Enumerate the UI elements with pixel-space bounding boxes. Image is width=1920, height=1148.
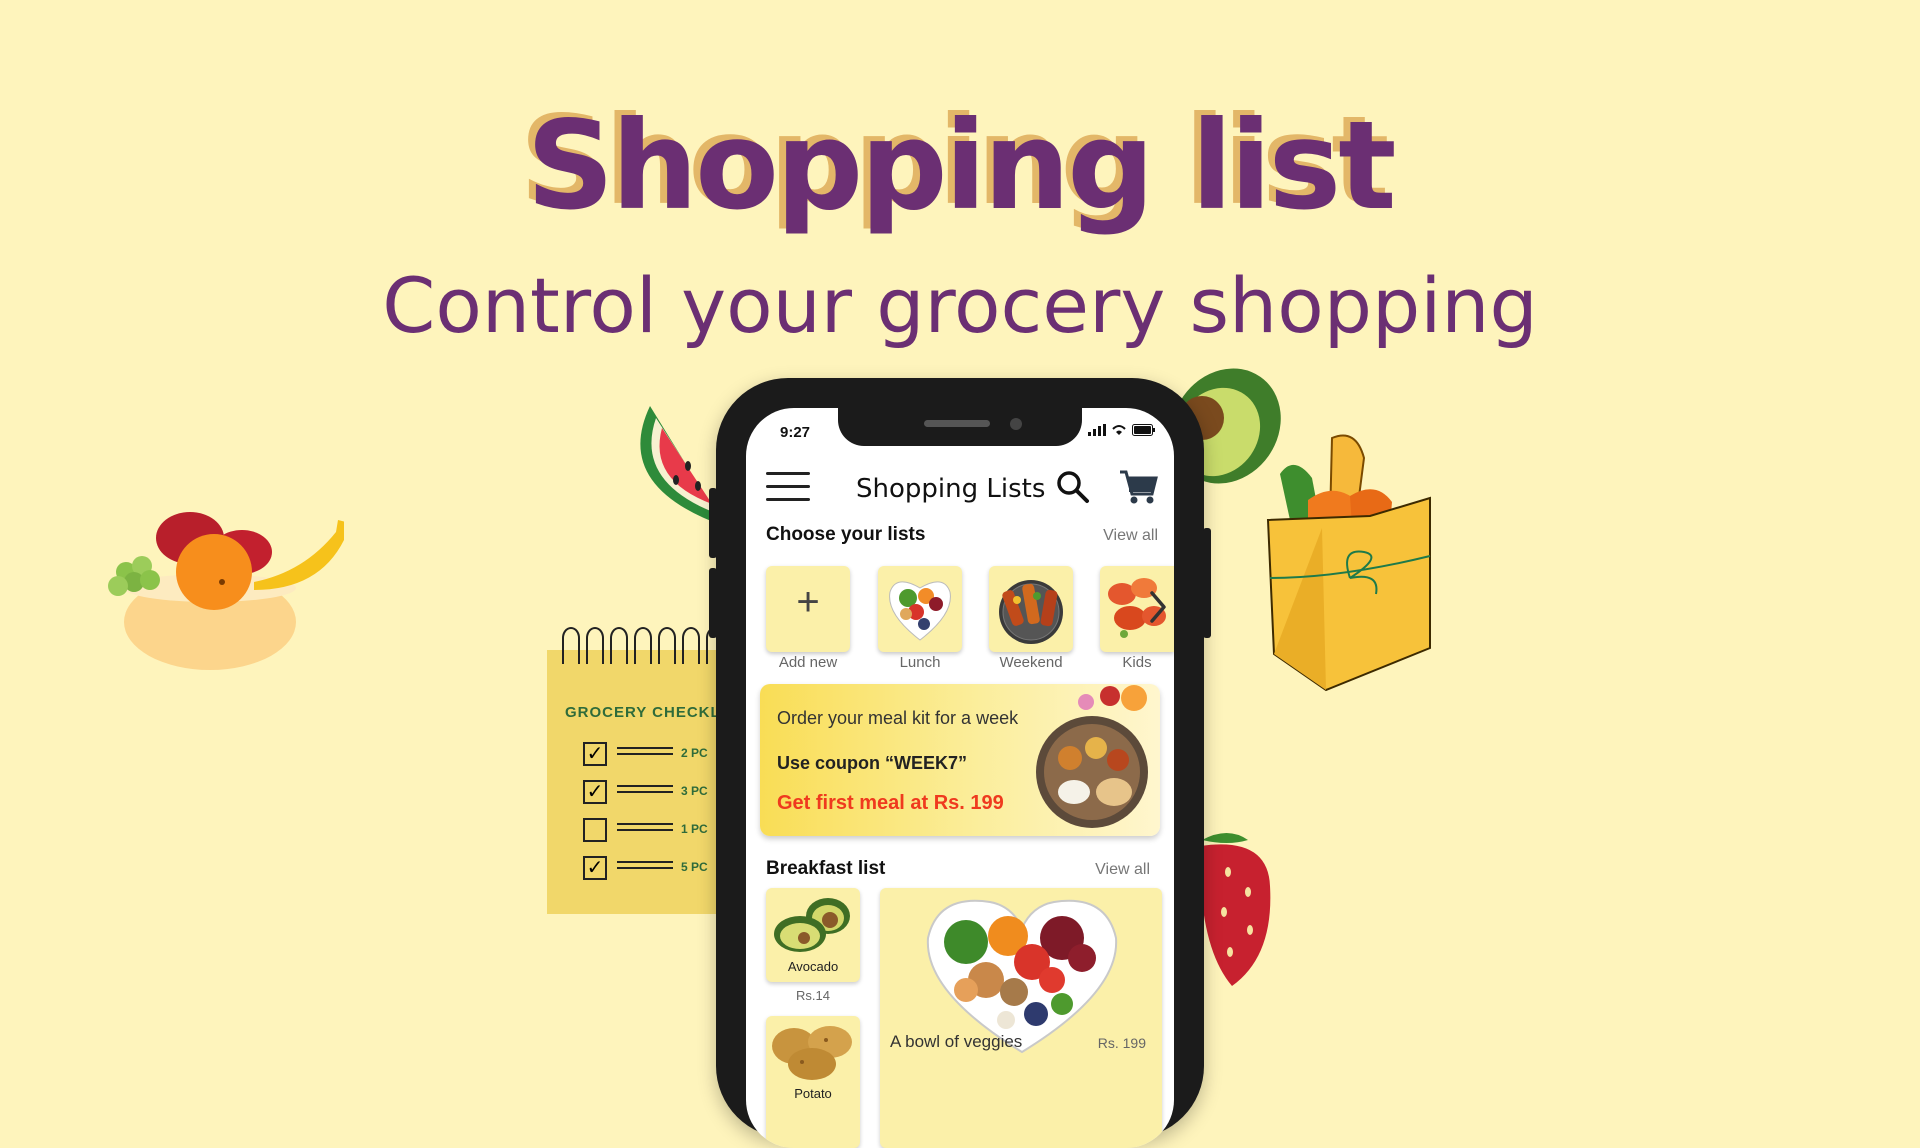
promo-coupon: Use coupon “WEEK7”: [777, 753, 968, 773]
featured-product-price: Rs. 199: [1097, 1035, 1146, 1051]
hamburger-menu-icon[interactable]: [766, 472, 810, 506]
phone-notch: [838, 408, 1082, 446]
product-tile-avocado[interactable]: Avocado: [766, 888, 860, 982]
meal-thali-image: [1036, 685, 1148, 828]
checklist-qty: 2 PC: [681, 746, 708, 760]
grocery-bag-illustration: [1266, 434, 1431, 692]
volume-button: [709, 488, 717, 558]
phone-screen: 9:27 Shopping Lists Choose your lists Vi…: [746, 408, 1174, 1148]
bbq-grill-image: [999, 580, 1063, 644]
checklist-row: ✓ 3 PC: [583, 780, 733, 818]
potato-image: [772, 1026, 852, 1080]
product-tile-potato[interactable]: Potato: [766, 1016, 860, 1148]
front-camera: [1010, 418, 1022, 430]
product-price: Rs.14: [796, 988, 830, 1003]
list-label: Weekend: [999, 654, 1063, 671]
hero-subtitle: Control your grocery shopping: [382, 261, 1538, 350]
veggie-heart-image: [889, 581, 951, 641]
list-label: Lunch: [899, 654, 941, 671]
promo-offer: Get first meal at Rs. 199: [777, 792, 1004, 814]
product-name: Potato: [794, 1086, 832, 1101]
app-title: Shopping Lists: [856, 474, 1046, 504]
battery-icon: [1132, 424, 1155, 436]
section-title-lists: Choose your lists: [766, 524, 926, 545]
view-all-breakfast-link[interactable]: View all: [1095, 861, 1150, 879]
list-label: Kids: [1122, 654, 1152, 671]
status-icons: [1088, 424, 1156, 436]
view-all-lists-link[interactable]: View all: [1103, 527, 1158, 545]
signal-icon: [1088, 424, 1106, 436]
fruit-bowl-illustration: [108, 512, 344, 670]
checklist-heading: GROCERY CHECKL: [565, 704, 721, 721]
checklist-row: ✓ 2 PC: [583, 742, 733, 780]
phone-mockup: 9:27 Shopping Lists Choose your lists Vi…: [709, 378, 1211, 1148]
search-icon[interactable]: [1056, 470, 1090, 504]
list-label: Add new: [778, 654, 838, 671]
status-time: 9:27: [780, 424, 811, 441]
speaker: [924, 420, 990, 427]
checked-box-icon: ✓: [583, 780, 607, 804]
empty-box-icon: [583, 818, 607, 842]
promo-banner[interactable]: Order your meal kit for a week Use coupo…: [760, 684, 1160, 836]
checklist-qty: 1 PC: [681, 822, 708, 836]
checklist-qty: 5 PC: [681, 860, 708, 874]
checked-box-icon: ✓: [583, 856, 607, 880]
checklist-qty: 3 PC: [681, 784, 708, 798]
product-name: Avocado: [787, 959, 839, 974]
cart-icon[interactable]: [1118, 468, 1158, 506]
spiral-binding: [562, 627, 724, 664]
plus-icon: +: [796, 580, 820, 624]
list-tile-lunch[interactable]: Lunch: [878, 566, 962, 671]
power-button: [1203, 528, 1211, 638]
featured-product-name: A bowl of veggies: [890, 1032, 1023, 1051]
app-header: Shopping Lists: [746, 460, 1174, 520]
checklist-rows: ✓ 2 PC ✓ 3 PC 1 PC ✓ 5 PC: [583, 742, 733, 894]
checklist-row: ✓ 5 PC: [583, 856, 733, 894]
wifi-icon: [1112, 425, 1126, 435]
avocado-image: [774, 898, 850, 952]
chevron-right-icon[interactable]: [1148, 590, 1168, 624]
volume-button: [709, 568, 717, 638]
hero-title: Shopping list: [526, 95, 1396, 237]
checklist-row: 1 PC: [583, 818, 733, 856]
veggie-bowl-image: [926, 899, 1118, 1054]
section-title-breakfast: Breakfast list: [766, 858, 886, 879]
checked-box-icon: ✓: [583, 742, 607, 766]
list-tile-add-new[interactable]: + Add new: [766, 566, 850, 671]
list-tile-weekend[interactable]: Weekend: [989, 566, 1073, 671]
grocery-checklist-notepad: GROCERY CHECKL ✓ 2 PC ✓ 3 PC 1 PC ✓ 5 PC: [547, 627, 729, 914]
featured-product-card[interactable]: A bowl of veggies Rs. 199: [880, 888, 1162, 1148]
promo-headline: Order your meal kit for a week: [777, 708, 1019, 728]
